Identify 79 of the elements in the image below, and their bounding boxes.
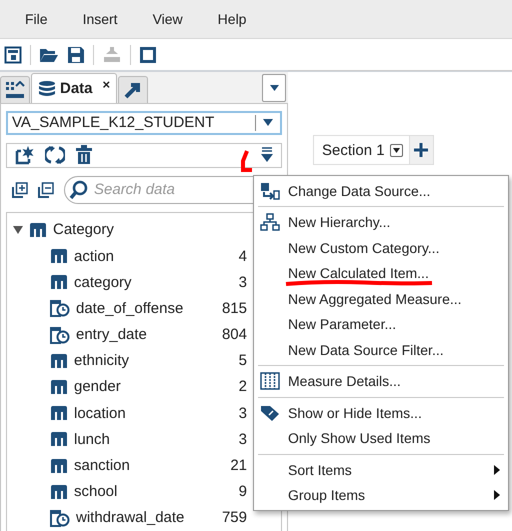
field-name[interactable]: school — [74, 483, 118, 500]
panel-tab[interactable]: Data × — [31, 73, 118, 103]
menu-option[interactable]: New Aggregated Measure... — [254, 286, 508, 312]
field-name[interactable]: gender — [74, 378, 121, 396]
field-count: 3 — [238, 404, 247, 422]
collapse-triangle-icon[interactable] — [13, 224, 23, 235]
category-icon — [50, 431, 68, 448]
field-count: 5 — [238, 352, 247, 370]
field-name[interactable]: location — [74, 404, 126, 422]
search-icon — [69, 180, 89, 200]
panel-tab[interactable] — [118, 76, 148, 103]
database-icon — [38, 80, 56, 98]
submenu-arrow-icon — [494, 490, 500, 500]
data-source-dropdown[interactable]: VA_SAMPLE_K12_STUDENT — [6, 111, 282, 135]
field-count: 804 — [222, 326, 247, 344]
window-icon[interactable] — [139, 46, 157, 64]
collapse-all-icon[interactable] — [38, 182, 54, 198]
hierarchy-icon — [260, 213, 280, 232]
menu-item[interactable]: Insert — [72, 11, 129, 27]
delete-icon[interactable] — [75, 145, 93, 166]
menu-option[interactable]: Sort Items — [254, 457, 508, 482]
field-count: 2 — [238, 378, 247, 396]
field-name[interactable]: category — [74, 274, 132, 291]
menu-option[interactable]: Change Data Source... — [254, 178, 508, 204]
expand-all-icon[interactable] — [12, 182, 28, 198]
calendar-clock-icon — [50, 326, 70, 344]
save-icon[interactable] — [67, 46, 85, 64]
menu-option[interactable]: Show or Hide Items... — [254, 400, 508, 426]
menu-option[interactable]: New Data Source Filter... — [254, 337, 508, 362]
plus-icon — [414, 143, 428, 157]
change-source-icon — [260, 182, 280, 200]
menu-option[interactable]: New Calculated Item... — [254, 260, 508, 286]
tree-label: Category — [53, 221, 114, 238]
category-icon — [50, 274, 68, 290]
calendar-clock-icon — [50, 299, 70, 318]
new-item-icon[interactable] — [15, 145, 35, 166]
field-count: 759 — [222, 509, 247, 526]
menu-option[interactable]: New Parameter... — [254, 312, 508, 337]
field-count: 9 — [238, 483, 247, 500]
add-section-button[interactable] — [408, 136, 433, 164]
caret-icon — [270, 85, 278, 91]
field-count: 815 — [222, 300, 247, 317]
field-name[interactable]: lunch — [74, 430, 110, 448]
category-icon — [50, 405, 68, 422]
field-name[interactable]: entry_date — [76, 326, 147, 344]
report-icon[interactable] — [4, 46, 22, 64]
field-name[interactable]: withdrawal_date — [76, 509, 184, 526]
calendar-clock-icon — [50, 508, 70, 527]
category-icon — [50, 248, 68, 264]
menu-option[interactable]: Measure Details... — [254, 368, 508, 394]
dropdown-button[interactable] — [262, 74, 286, 102]
category-icon — [50, 352, 68, 369]
menu-item[interactable]: File — [14, 11, 59, 27]
category-icon — [50, 378, 68, 395]
field-name[interactable]: ethnicity — [74, 352, 130, 370]
tag-icon — [260, 404, 280, 422]
category-icon — [50, 458, 68, 474]
dropdown-icon[interactable] — [390, 144, 403, 156]
objects-icon — [5, 81, 25, 99]
field-count: 4 — [238, 248, 247, 265]
field-count: 21 — [230, 457, 247, 474]
field-name[interactable]: date_of_offense — [76, 300, 184, 317]
menu-option[interactable]: Group Items — [254, 482, 508, 508]
field-count: 3 — [238, 430, 247, 448]
category-icon — [50, 484, 68, 500]
submenu-arrow-icon — [494, 464, 500, 475]
field-name[interactable]: sanction — [74, 457, 130, 474]
annotation-mark — [238, 148, 254, 174]
field-count: 3 — [238, 274, 247, 291]
menu-item[interactable]: Help — [206, 11, 258, 27]
menu-item[interactable]: View — [142, 11, 194, 27]
panel-tab[interactable] — [0, 76, 30, 103]
menu-option[interactable]: Only Show Used Items — [254, 426, 508, 451]
refresh-icon[interactable] — [45, 145, 65, 166]
field-name[interactable]: action — [74, 248, 114, 265]
table-columns-icon — [260, 372, 280, 390]
menu-dropdown-icon[interactable] — [261, 147, 273, 164]
category-icon — [29, 222, 47, 238]
caret-icon — [263, 119, 273, 126]
